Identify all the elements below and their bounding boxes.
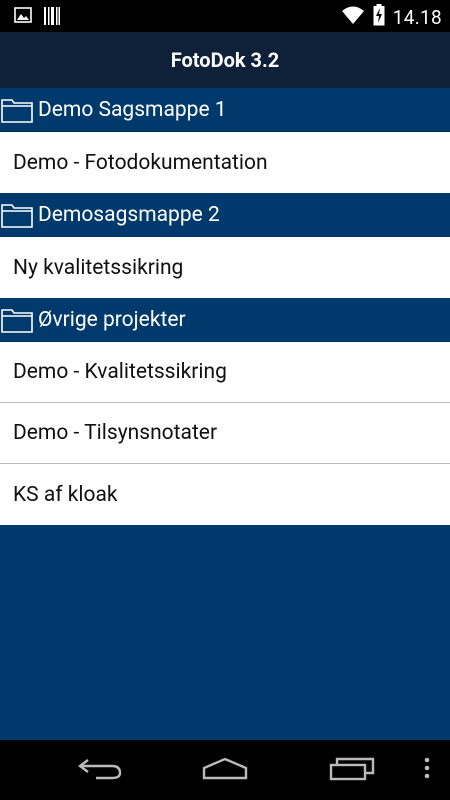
back-icon <box>78 756 122 784</box>
list-item[interactable]: KS af kloak <box>0 464 450 525</box>
section-header-demosagsmappe-2[interactable]: Demosagsmappe 2 <box>0 193 450 237</box>
list-item-label: Demo - Kvalitetssikring <box>13 360 227 384</box>
folder-icon <box>1 202 33 228</box>
barcode-notification-icon <box>44 7 60 29</box>
section-title: Demo Sagsmappe 1 <box>38 97 227 122</box>
list-item[interactable]: Ny kvalitetssikring <box>0 237 450 298</box>
status-bar: 14.18 <box>0 0 450 32</box>
list-item-label: Ny kvalitetssikring <box>13 255 184 280</box>
battery-charging-icon <box>373 4 385 30</box>
list-item-label: Demo - Fotodokumentation <box>13 150 268 175</box>
app-title: FotoDok 3.2 <box>170 48 280 72</box>
list-item[interactable]: Demo - Fotodokumentation <box>0 132 450 193</box>
list-item[interactable]: Demo - Kvalitetssikring <box>0 342 450 403</box>
overflow-menu-icon <box>424 756 430 784</box>
folder-icon <box>1 97 33 123</box>
section-header-demo-sagsmappe-1[interactable]: Demo Sagsmappe 1 <box>0 88 450 132</box>
home-button[interactable] <box>195 752 255 788</box>
list-item-label: KS af kloak <box>13 482 118 507</box>
image-notification-icon <box>14 7 32 29</box>
recents-icon <box>329 755 375 785</box>
project-list: Demo Sagsmappe 1 Demo - Fotodokumentatio… <box>0 88 450 525</box>
list-item-label: Demo - Tilsynsnotater <box>13 421 218 445</box>
action-bar: FotoDok 3.2 <box>0 32 450 88</box>
section-title: Demosagsmappe 2 <box>38 202 220 227</box>
section-header-ovrige-projekter[interactable]: Øvrige projekter <box>0 298 450 342</box>
status-time: 14.18 <box>392 5 442 29</box>
home-icon <box>201 756 249 784</box>
folder-icon <box>1 307 33 333</box>
wifi-icon <box>341 5 365 29</box>
list-item[interactable]: Demo - Tilsynsnotater <box>0 403 450 464</box>
recents-button[interactable] <box>322 752 382 788</box>
back-button[interactable] <box>70 752 130 788</box>
overflow-menu-button[interactable] <box>415 752 439 788</box>
section-title: Øvrige projekter <box>38 307 186 332</box>
navigation-bar <box>0 740 450 800</box>
